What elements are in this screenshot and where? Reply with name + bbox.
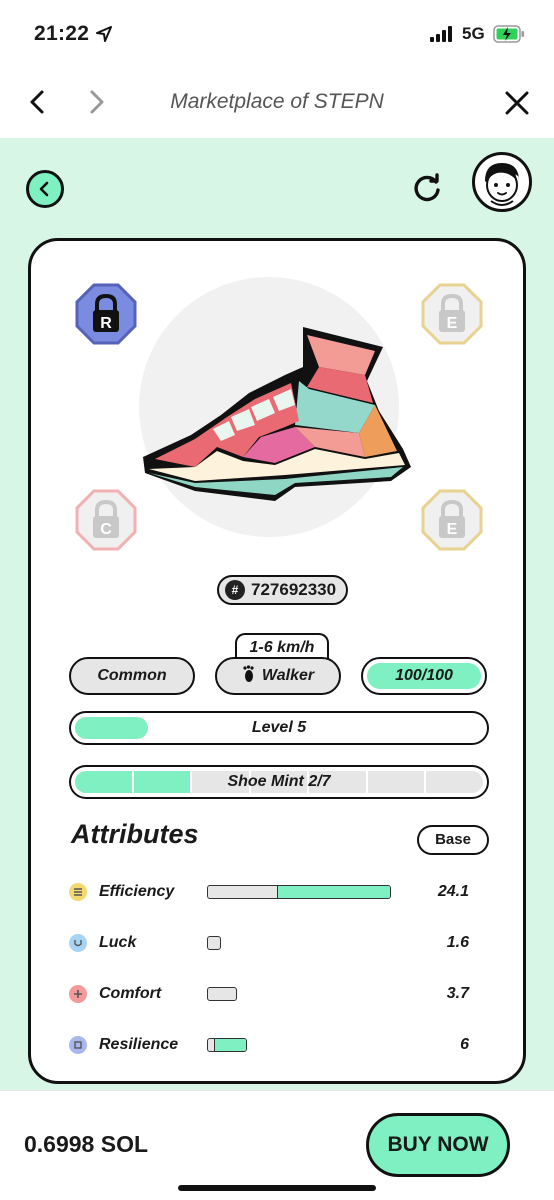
token-id: 727692330 bbox=[251, 580, 337, 599]
lock-icon: C bbox=[75, 489, 137, 551]
arrow-left-icon bbox=[39, 181, 49, 197]
attribute-row-efficiency: Efficiency 24.1 bbox=[69, 877, 499, 907]
user-avatar-icon bbox=[485, 163, 519, 206]
attribute-row-luck: Luck 1.6 bbox=[69, 928, 499, 958]
attribute-label: Efficiency bbox=[99, 883, 175, 900]
comfort-icon bbox=[69, 985, 87, 1003]
token-id-badge: # 727692330 bbox=[217, 575, 349, 605]
refresh-icon[interactable] bbox=[410, 172, 444, 211]
status-time: 21:22 bbox=[34, 22, 90, 45]
attribute-row-resilience: Resilience 6 bbox=[69, 1030, 499, 1060]
price: 0.6998 SOL bbox=[24, 1131, 149, 1157]
efficiency-icon bbox=[69, 883, 87, 901]
attribute-label: Comfort bbox=[99, 985, 162, 1002]
socket-e[interactable]: E bbox=[421, 283, 483, 345]
rarity-badge: Common bbox=[69, 657, 195, 695]
attribute-label: Resilience bbox=[99, 1036, 179, 1053]
browser-nav-bar: Marketplace of STEPN bbox=[0, 66, 554, 138]
base-toggle-button[interactable]: Base bbox=[417, 825, 489, 855]
rarity-label: Common bbox=[97, 667, 167, 684]
socket-e[interactable]: E bbox=[421, 489, 483, 551]
attribute-value: 3.7 bbox=[446, 985, 469, 1002]
attribute-value: 24.1 bbox=[437, 883, 469, 900]
attributes-title: Attributes bbox=[71, 819, 199, 849]
attribute-value: 6 bbox=[460, 1036, 469, 1053]
lock-icon: E bbox=[421, 283, 483, 345]
hash-icon: # bbox=[225, 580, 245, 600]
attribute-value: 1.6 bbox=[446, 934, 469, 951]
socket-letter: E bbox=[447, 315, 458, 332]
level-bar: Level 5 bbox=[69, 711, 489, 745]
socket-letter: C bbox=[100, 521, 112, 538]
type-label: Walker bbox=[261, 667, 315, 684]
luck-icon bbox=[69, 934, 87, 952]
home-indicator bbox=[178, 1185, 376, 1191]
type-badge: Walker bbox=[215, 657, 341, 695]
network-type: 5G bbox=[462, 24, 485, 43]
durability-label: 100/100 bbox=[395, 667, 453, 684]
durability-badge: 100/100 bbox=[361, 657, 487, 695]
attribute-bar bbox=[207, 1038, 247, 1052]
app-content: R E C E # 727692330 1-6 km/h Common Walk… bbox=[0, 138, 554, 1090]
level-label: Level 5 bbox=[251, 719, 307, 736]
lock-icon: R bbox=[75, 283, 137, 345]
attribute-bar bbox=[207, 987, 237, 1001]
lock-icon: E bbox=[421, 489, 483, 551]
battery-icon bbox=[493, 24, 525, 49]
buy-now-button[interactable]: BUY NOW bbox=[366, 1113, 510, 1177]
footprint-icon bbox=[242, 664, 256, 688]
attribute-row-comfort: Comfort 3.7 bbox=[69, 979, 499, 1009]
attribute-bar bbox=[207, 885, 391, 899]
signal-icon bbox=[430, 26, 452, 42]
status-bar: 21:22 5G bbox=[0, 0, 554, 66]
socket-r[interactable]: R bbox=[75, 283, 137, 345]
close-icon[interactable] bbox=[504, 90, 530, 121]
shoe-mint-bar: Shoe Mint 2/7 bbox=[69, 765, 489, 799]
page-title: Marketplace of STEPN bbox=[170, 90, 384, 113]
sneaker-card: R E C E # 727692330 1-6 km/h Common Walk… bbox=[28, 238, 526, 1084]
socket-letter: R bbox=[100, 315, 112, 332]
resilience-icon bbox=[69, 1036, 87, 1054]
avatar[interactable] bbox=[472, 152, 532, 212]
sneaker-image bbox=[143, 327, 411, 501]
shoe-mint-label: Shoe Mint 2/7 bbox=[227, 773, 331, 790]
socket-c[interactable]: C bbox=[75, 489, 137, 551]
socket-letter: E bbox=[447, 521, 458, 538]
attribute-label: Luck bbox=[99, 934, 137, 951]
location-arrow-icon bbox=[96, 26, 112, 47]
back-button[interactable] bbox=[26, 170, 64, 208]
attribute-bar bbox=[207, 936, 221, 950]
purchase-bar: 0.6998 SOL BUY NOW bbox=[0, 1090, 554, 1200]
